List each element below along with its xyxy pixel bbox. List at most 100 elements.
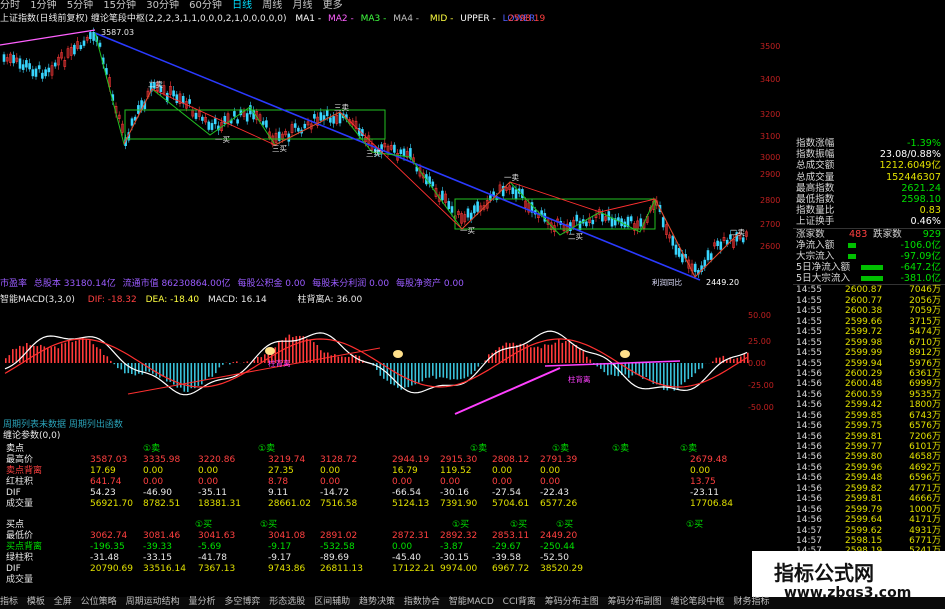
- macd-bar: [701, 363, 704, 369]
- macd-bar: [565, 341, 567, 363]
- macd-bar: [439, 363, 441, 378]
- macd-bar: [5, 358, 7, 363]
- macd-bar: [411, 363, 413, 386]
- tab-timeframe[interactable]: 15分钟: [103, 0, 136, 11]
- tick-time: 14:57: [796, 525, 822, 536]
- bottom-tab[interactable]: 指标: [0, 597, 18, 607]
- tab-timeframe[interactable]: 1分钟: [30, 0, 56, 11]
- bottom-tab[interactable]: 筹码分布副图: [608, 597, 662, 607]
- bottom-tab[interactable]: CCI背离: [503, 597, 536, 607]
- fundamentals-row: 市盈率 总股本 33180.14亿 流通市值 86230864.00亿 每股公积…: [0, 279, 785, 291]
- sig-cell: 2791.39: [540, 455, 578, 465]
- flow-row: 5日大宗流入 -381.0亿: [793, 273, 945, 284]
- sig-cell: -3.87: [440, 542, 464, 552]
- bottom-tab[interactable]: 多空博弈: [224, 597, 260, 607]
- sig-row-label: 成交量: [6, 575, 34, 585]
- sell2-marker: 二卖: [730, 228, 745, 237]
- tick-volume: 6710万: [909, 337, 941, 348]
- tab-timeframe-active[interactable]: 日线: [232, 0, 252, 11]
- sig-cell: -66.54: [392, 488, 422, 498]
- bottom-tab[interactable]: 智能MACD: [449, 597, 494, 607]
- tick-time: 14:56: [796, 389, 822, 400]
- tick-volume: 6771万: [909, 535, 941, 546]
- ma2-label: MA2 -: [327, 14, 354, 24]
- tick-volume: 6743万: [909, 410, 941, 421]
- tick-volume: 7059万: [909, 306, 941, 317]
- price-tick-label: 3400: [760, 75, 780, 84]
- macd-bar: [530, 347, 532, 363]
- sig-cell: 26811.13: [320, 564, 363, 574]
- sig-cell: -35.11: [198, 488, 228, 498]
- tab-timeframe[interactable]: 30分钟: [146, 0, 179, 11]
- sig-header-1: 周期列表未数据 周期列出函数: [3, 420, 123, 430]
- price-tick-label: 3200: [760, 110, 780, 119]
- flow-label: 净流入额: [796, 239, 835, 251]
- tick-price: 2600.87: [845, 285, 883, 296]
- tick-row: 14:56 2599.48 6596万: [793, 473, 945, 483]
- macd-bar: [110, 360, 112, 363]
- sig-cell: 2915.30: [440, 455, 478, 465]
- macd-bar: [418, 363, 420, 383]
- bottom-tab[interactable]: 全屏: [54, 597, 72, 607]
- tick-row: 14:55 2600.87 7046万: [793, 285, 945, 295]
- sig-cell: 54.23: [90, 488, 116, 498]
- sig-cell: 3062.74: [90, 531, 128, 541]
- sig-cell: 2679.48: [690, 455, 728, 465]
- macd-name: 智能MACD(3,3,0): [0, 295, 75, 305]
- macd-bar: [12, 349, 14, 363]
- sig-header: ①卖: [143, 444, 161, 454]
- macd-bar: [516, 345, 518, 363]
- bottom-tab[interactable]: 趋势决策: [359, 597, 395, 607]
- macd-bar: [719, 357, 721, 363]
- macd-bar: [554, 342, 557, 363]
- macd-chart[interactable]: 柱背离 柱背离 50.00 25.00 0.00 -25.00 -50.00: [0, 306, 785, 421]
- stat-label: 指数涨幅: [796, 138, 835, 149]
- macd-bar: [498, 347, 501, 363]
- ma3-label: MA3 -: [360, 14, 387, 24]
- sig-cell: -52.50: [540, 553, 570, 563]
- tick-time: 14:55: [796, 337, 822, 348]
- tab-timeframe[interactable]: 周线: [262, 0, 282, 11]
- macd-bar: [551, 344, 553, 363]
- sig-cell: 56921.70: [90, 499, 133, 509]
- bottom-tab[interactable]: 公位策略: [81, 597, 117, 607]
- tick-price: 2599.81: [845, 494, 883, 505]
- macd-bar: [194, 363, 196, 389]
- bottom-tab[interactable]: 周期运动结构: [126, 597, 180, 607]
- stat-row: 指数量比 0.83: [793, 205, 945, 216]
- sig-row-label: 最高价: [6, 455, 34, 465]
- tick-price: 2599.85: [845, 410, 883, 421]
- tab-timeframe[interactable]: 月线: [292, 0, 312, 11]
- bottom-tab[interactable]: 指数协合: [404, 597, 440, 607]
- bottom-tab[interactable]: 区间辅助: [314, 597, 350, 607]
- bottom-tab[interactable]: 量分析: [188, 597, 215, 607]
- sig-cell: 3587.03: [90, 455, 128, 465]
- stats-list: 指数涨幅 -1.39% 指数振幅 23.08/0.88% 总成交额 1212.6049亿总…: [793, 138, 945, 228]
- bottom-tab[interactable]: 筹码分布主图: [545, 597, 599, 607]
- sig-cell: 7367.13: [198, 564, 236, 574]
- tick-time: 14:55: [796, 285, 822, 296]
- macd-bar: [152, 363, 154, 374]
- bottom-tab[interactable]: 缠论笔段中枢: [671, 597, 725, 607]
- updown-row: 涨家数 483 跌家数 929: [793, 227, 945, 240]
- macd-bar: [211, 363, 214, 377]
- tick-time: 14:56: [796, 442, 822, 452]
- macd-bar: [113, 363, 116, 365]
- bottom-tab[interactable]: 财务指标: [733, 597, 769, 607]
- peak-label: 3587.03: [101, 28, 134, 37]
- fin-item: 总股本 33180.14亿: [33, 279, 116, 289]
- tick-volume: 5976万: [909, 358, 941, 369]
- tab-timeframe[interactable]: 更多: [323, 0, 343, 11]
- down-label: 跌家数: [873, 228, 902, 240]
- tab-timeframe[interactable]: 5分钟: [67, 0, 93, 11]
- stat-row: 总成交量 152446307: [793, 172, 945, 183]
- tick-price: 2599.62: [845, 525, 883, 536]
- tab-timeframe[interactable]: 60分钟: [189, 0, 222, 11]
- bottom-tab[interactable]: 形态选股: [269, 597, 305, 607]
- zhu-divergence-label: 柱背离: [568, 374, 591, 384]
- candlestick-chart[interactable]: 3500 3400 3200 3100 3000 2900 2800 2700 2600 358…: [0, 27, 785, 293]
- stat-value: 23.08/0.88%: [879, 149, 941, 161]
- bottom-tab[interactable]: 模板: [27, 597, 45, 607]
- tab-timeframe[interactable]: 分时: [0, 0, 20, 11]
- tick-row: 14:56 2599.77 6101万: [793, 442, 945, 452]
